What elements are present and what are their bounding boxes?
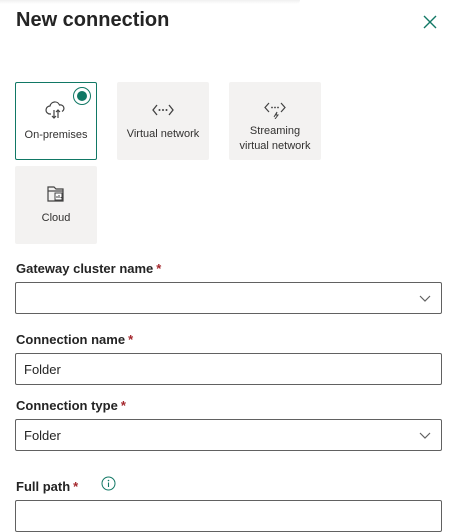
- tile-label: Streaming virtual network: [240, 124, 311, 154]
- cloud-gateway-icon: [45, 101, 67, 121]
- field-label-text: Connection name: [16, 332, 126, 347]
- chevron-down-icon: [419, 432, 431, 439]
- full-path-label: Full path *: [16, 479, 78, 494]
- field-label-text: Gateway cluster name: [16, 261, 154, 276]
- close-icon: [423, 15, 437, 29]
- dialog-title: New connection: [16, 9, 170, 31]
- tile-on-premises[interactable]: On-premises: [15, 82, 97, 160]
- field-label-text: Full path: [16, 479, 71, 494]
- close-button[interactable]: [419, 11, 441, 33]
- virtual-network-icon: [152, 100, 174, 120]
- tile-label: On-premises: [24, 129, 88, 141]
- required-asterisk: *: [156, 261, 162, 276]
- connection-type-dropdown[interactable]: Folder: [15, 419, 442, 451]
- required-asterisk: *: [120, 398, 126, 413]
- connection-name-label: Connection name *: [16, 332, 133, 347]
- tile-label-line-2: virtual network: [239, 140, 311, 152]
- connection-name-input[interactable]: [15, 353, 442, 385]
- selected-radio: [73, 87, 91, 105]
- gateway-cluster-dropdown[interactable]: [15, 282, 442, 314]
- tile-streaming-virtual-network[interactable]: Streaming virtual network: [229, 82, 321, 160]
- tile-label: Virtual network: [126, 128, 200, 140]
- full-path-input[interactable]: [15, 500, 442, 532]
- streaming-network-icon: [264, 100, 286, 120]
- top-shadow: [0, 0, 300, 4]
- required-asterisk: *: [128, 332, 134, 347]
- connection-type-label: Connection type *: [16, 398, 126, 413]
- tile-label-line-1: Streaming: [249, 125, 301, 137]
- tile-cloud[interactable]: Cloud: [15, 166, 97, 244]
- field-label-text: Connection type: [16, 398, 118, 413]
- cloud-folder-icon: [45, 184, 67, 204]
- required-asterisk: *: [73, 479, 79, 494]
- tile-label: Cloud: [41, 212, 71, 224]
- gateway-cluster-label: Gateway cluster name *: [16, 261, 161, 276]
- dropdown-value: Folder: [24, 427, 61, 443]
- chevron-down-icon: [419, 295, 431, 302]
- info-icon[interactable]: [101, 476, 116, 491]
- tile-virtual-network[interactable]: Virtual network: [117, 82, 209, 160]
